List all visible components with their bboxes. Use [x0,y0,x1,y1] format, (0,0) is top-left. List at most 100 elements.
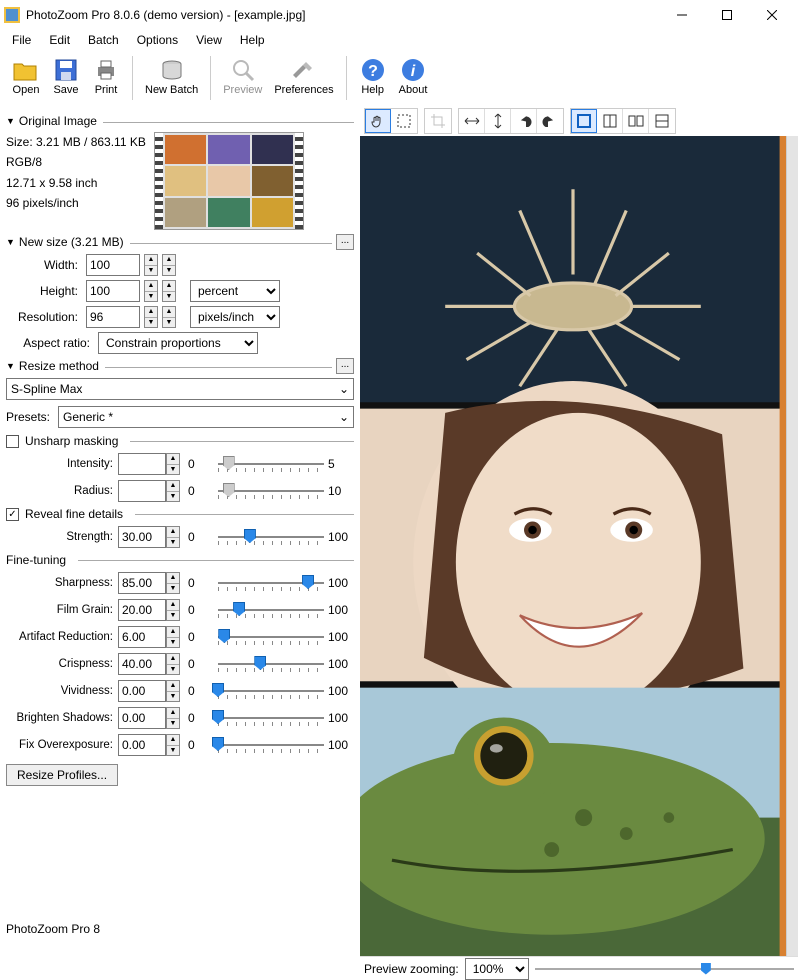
slider-track[interactable] [218,708,324,728]
intensity-spinner[interactable]: ▲▼ [166,453,180,475]
radius-spinner[interactable]: ▲▼ [166,480,180,502]
svg-text:?: ? [368,63,378,80]
slider-spinner[interactable]: ▲▼ [166,599,180,621]
slider-input[interactable] [118,707,166,729]
original-image-header[interactable]: ▼ Original Image [6,114,354,128]
menu-options[interactable]: Options [129,31,186,49]
resize-method-options-button[interactable]: ... [336,358,354,374]
slider-spinner[interactable]: ▲▼ [166,707,180,729]
menu-view[interactable]: View [188,31,230,49]
fit-width-button[interactable] [459,109,485,133]
preview-scrollbar[interactable] [786,136,798,956]
about-button[interactable]: i About [393,54,434,98]
resize-method-select[interactable]: S-Spline Max⌄ [6,378,354,400]
height-step-spinner[interactable]: ▲▼ [162,280,176,302]
resize-method-header[interactable]: ▼ Resize method ... [6,358,354,374]
radius-min: 0 [188,484,214,498]
new-size-options-button[interactable]: ... [336,234,354,250]
resize-profiles-button[interactable]: Resize Profiles... [6,764,118,786]
menu-batch[interactable]: Batch [80,31,127,49]
status-text: PhotoZoom Pro 8 [6,922,100,936]
radius-slider[interactable] [218,481,324,501]
slider-track[interactable] [218,573,324,593]
preview-zoom-select[interactable]: 100% [465,958,529,980]
intensity-slider[interactable] [218,454,324,474]
about-label: About [399,84,428,96]
slider-spinner[interactable]: ▲▼ [166,572,180,594]
save-button[interactable]: Save [46,54,86,98]
strength-spinner[interactable]: ▲▼ [166,526,180,548]
preferences-button[interactable]: Preferences [268,54,339,98]
print-button[interactable]: Print [86,54,126,98]
presets-select[interactable]: Generic *⌄ [58,406,354,428]
fit-height-button[interactable] [485,109,511,133]
preview-button[interactable]: Preview [217,54,268,98]
slider-track[interactable] [218,600,324,620]
slider-max: 100 [328,684,354,698]
slider-spinner[interactable]: ▲▼ [166,626,180,648]
resolution-spinner[interactable]: ▲▼ [144,306,158,328]
new-size-header[interactable]: ▼ New size (3.21 MB) ... [6,234,354,250]
preferences-label: Preferences [274,84,333,96]
height-input[interactable] [86,280,140,302]
preview-viewport[interactable] [360,136,786,956]
slider-track[interactable] [218,627,324,647]
width-input[interactable] [86,254,140,276]
menu-bar: File Edit Batch Options View Help [0,30,798,50]
aspect-select[interactable]: Constrain proportions [98,332,258,354]
marquee-tool-button[interactable] [391,109,417,133]
slider-input[interactable] [118,599,166,621]
strength-input[interactable] [118,526,166,548]
slider-spinner[interactable]: ▲▼ [166,653,180,675]
preview-zoom-bar: Preview zooming: 100% [360,956,798,980]
tools-icon [290,56,318,84]
slider-track[interactable] [218,681,324,701]
width-step-spinner[interactable]: ▲▼ [162,254,176,276]
unsharp-checkbox[interactable] [6,435,19,448]
slider-min: 0 [188,603,214,617]
radius-input[interactable] [118,480,166,502]
new-batch-button[interactable]: New Batch [139,54,204,98]
intensity-input[interactable] [118,453,166,475]
slider-input[interactable] [118,680,166,702]
width-spinner[interactable]: ▲▼ [144,254,158,276]
folder-open-icon [12,56,40,84]
preview-zoom-label: Preview zooming: [364,962,459,976]
close-button[interactable] [749,1,794,29]
slider-track[interactable] [218,654,324,674]
original-thumbnail[interactable] [154,132,304,230]
undo-button[interactable] [511,109,537,133]
slider-spinner[interactable]: ▲▼ [166,734,180,756]
menu-help[interactable]: Help [232,31,273,49]
size-unit-select[interactable]: percent [190,280,280,302]
resolution-step-spinner[interactable]: ▲▼ [162,306,176,328]
help-button[interactable]: ? Help [353,54,393,98]
crop-tool-button[interactable] [425,109,451,133]
minimize-button[interactable] [659,1,704,29]
slider-input[interactable] [118,626,166,648]
slider-input[interactable] [118,734,166,756]
slider-input[interactable] [118,572,166,594]
hand-tool-button[interactable] [365,109,391,133]
view-single-button[interactable] [571,109,597,133]
menu-file[interactable]: File [4,31,39,49]
resolution-label: Resolution: [6,310,82,324]
collapse-icon: ▼ [6,237,15,247]
view-split-h-button[interactable] [649,109,675,133]
view-compare-button[interactable] [623,109,649,133]
menu-edit[interactable]: Edit [41,31,78,49]
height-spinner[interactable]: ▲▼ [144,280,158,302]
slider-track[interactable] [218,735,324,755]
view-split-v-button[interactable] [597,109,623,133]
resolution-unit-select[interactable]: pixels/inch [190,306,280,328]
maximize-button[interactable] [704,1,749,29]
reveal-checkbox[interactable]: ✓ [6,508,19,521]
redo-button[interactable] [537,109,563,133]
resolution-input[interactable] [86,306,140,328]
slider-input[interactable] [118,653,166,675]
slider-label: Sharpness: [6,577,118,589]
strength-slider[interactable] [218,527,324,547]
slider-spinner[interactable]: ▲▼ [166,680,180,702]
preview-zoom-slider[interactable] [535,959,794,979]
open-button[interactable]: Open [6,54,46,98]
